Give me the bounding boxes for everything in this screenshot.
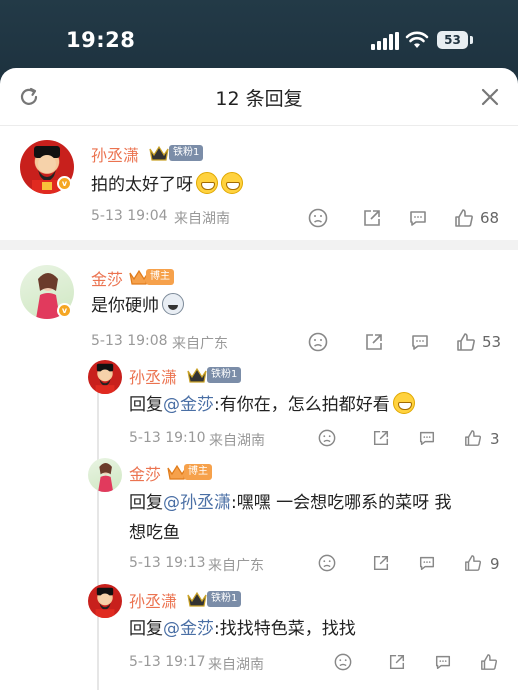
status-time: 19:28 xyxy=(66,28,136,52)
reply-prefix: 回复 xyxy=(129,619,163,639)
grin-emoji-icon xyxy=(221,172,243,194)
blogger-badge: 博主 xyxy=(146,269,174,285)
reply-body: :有你在，怎么拍都好看 xyxy=(214,395,390,415)
username[interactable]: 金莎 xyxy=(129,461,161,485)
reply-icon[interactable] xyxy=(410,332,430,352)
username[interactable]: 金莎 xyxy=(91,266,123,290)
reply-icon[interactable] xyxy=(418,429,436,447)
reply-icon[interactable] xyxy=(418,554,436,572)
like-icon[interactable] xyxy=(464,429,482,447)
husky-emoji-icon xyxy=(162,293,184,315)
reply-prefix: 回复 xyxy=(129,493,163,513)
replies-sheet: 12 条回复 v 孙丞潇 铁粉1 拍的太好了呀 5-13 19:04 来自湖南 … xyxy=(0,68,518,690)
reply-text: 回复@孙丞潇:嘿嘿 一会想吃哪系的菜呀 我想吃鱼 xyxy=(129,488,509,548)
reply-time: 5-13 19:13 xyxy=(129,555,206,571)
reply-prefix: 回复 xyxy=(129,395,163,415)
battery-nub xyxy=(470,36,473,44)
reply-actions: 9 xyxy=(318,554,508,576)
comment-body: 是你硬帅 xyxy=(91,296,159,316)
avatar[interactable] xyxy=(88,360,122,394)
reply-body-continued: 想吃鱼 xyxy=(129,523,180,543)
close-icon[interactable] xyxy=(480,87,500,107)
grin-emoji-icon xyxy=(196,172,218,194)
comment-time: 5-13 19:04 xyxy=(91,208,168,224)
avatar-photo-icon xyxy=(98,463,114,492)
mention-link[interactable]: @孙丞潇 xyxy=(163,493,231,513)
share-icon[interactable] xyxy=(362,208,382,228)
avatar-figure-icon xyxy=(95,363,115,394)
crown-icon xyxy=(149,145,169,161)
reply-icon[interactable] xyxy=(408,208,428,228)
dislike-face-icon[interactable] xyxy=(318,554,336,572)
battery-indicator: 53 xyxy=(437,31,468,49)
comment-time: 5-13 19:08 xyxy=(91,333,168,349)
fan-level-badge: 铁粉1 xyxy=(207,591,242,607)
username[interactable]: 孙丞潇 xyxy=(91,142,139,166)
share-icon[interactable] xyxy=(388,653,406,671)
reply-body: :找找特色菜，找找 xyxy=(214,619,356,639)
username[interactable]: 孙丞潇 xyxy=(129,364,177,388)
comment-location: 来自湖南 xyxy=(174,211,230,227)
reply-actions xyxy=(334,653,504,675)
reply-time: 5-13 19:17 xyxy=(129,654,206,670)
reply-icon[interactable] xyxy=(434,653,452,671)
blogger-badge: 博主 xyxy=(184,464,212,480)
share-icon[interactable] xyxy=(372,554,390,572)
reply-location: 来自湖南 xyxy=(209,433,265,449)
comment-text: 拍的太好了呀 xyxy=(91,170,243,200)
comment-actions: 53 xyxy=(308,332,508,354)
like-icon[interactable] xyxy=(456,332,476,352)
like-icon[interactable] xyxy=(454,208,474,228)
comment-actions: 68 xyxy=(308,208,508,230)
fan-level-badge: 铁粉1 xyxy=(207,367,242,383)
reply-text: 回复@金莎:找找特色菜，找找 xyxy=(129,614,356,644)
reply-text: 回复@金莎:有你在，怎么拍都好看 xyxy=(129,390,415,420)
reply-location: 来自广东 xyxy=(208,558,264,574)
reply-body: :嘿嘿 一会想吃哪系的菜呀 我 xyxy=(231,493,452,513)
mention-link[interactable]: @金莎 xyxy=(163,395,214,415)
cellular-signal-icon xyxy=(371,32,399,50)
verified-badge: v xyxy=(57,176,72,191)
grin-emoji-icon xyxy=(392,392,415,414)
username[interactable]: 孙丞潇 xyxy=(129,588,177,612)
comment-text: 是你硬帅 xyxy=(91,291,184,321)
reply-actions: 3 xyxy=(318,429,508,451)
like-icon[interactable] xyxy=(480,653,498,671)
verified-badge: v xyxy=(57,303,72,318)
dislike-face-icon[interactable] xyxy=(318,429,336,447)
like-count: 68 xyxy=(480,209,500,227)
dislike-face-icon[interactable] xyxy=(308,332,328,352)
section-divider xyxy=(0,240,518,250)
mention-link[interactable]: @金莎 xyxy=(163,619,214,639)
wifi-icon xyxy=(405,31,429,48)
fan-level-badge: 铁粉1 xyxy=(169,145,204,161)
avatar-figure-icon xyxy=(95,587,115,618)
reply-time: 5-13 19:10 xyxy=(129,430,206,446)
like-count: 53 xyxy=(482,333,502,351)
sheet-title: 12 条回复 xyxy=(215,88,303,110)
thread-line xyxy=(97,364,99,690)
comment-location: 来自广东 xyxy=(172,336,228,352)
avatar[interactable] xyxy=(88,458,122,492)
share-icon[interactable] xyxy=(372,429,390,447)
reply-location: 来自湖南 xyxy=(208,657,264,673)
like-icon[interactable] xyxy=(464,554,482,572)
dislike-face-icon[interactable] xyxy=(334,653,352,671)
like-count: 9 xyxy=(490,555,500,573)
avatar[interactable] xyxy=(88,584,122,618)
like-count: 3 xyxy=(490,430,500,448)
comment-body: 拍的太好了呀 xyxy=(91,175,193,195)
share-icon[interactable] xyxy=(364,332,384,352)
dislike-face-icon[interactable] xyxy=(308,208,328,228)
crown-icon xyxy=(187,591,207,607)
sheet-header: 12 条回复 xyxy=(0,68,518,126)
status-bar: 19:28 53 xyxy=(0,0,518,70)
crown-icon xyxy=(187,367,207,383)
